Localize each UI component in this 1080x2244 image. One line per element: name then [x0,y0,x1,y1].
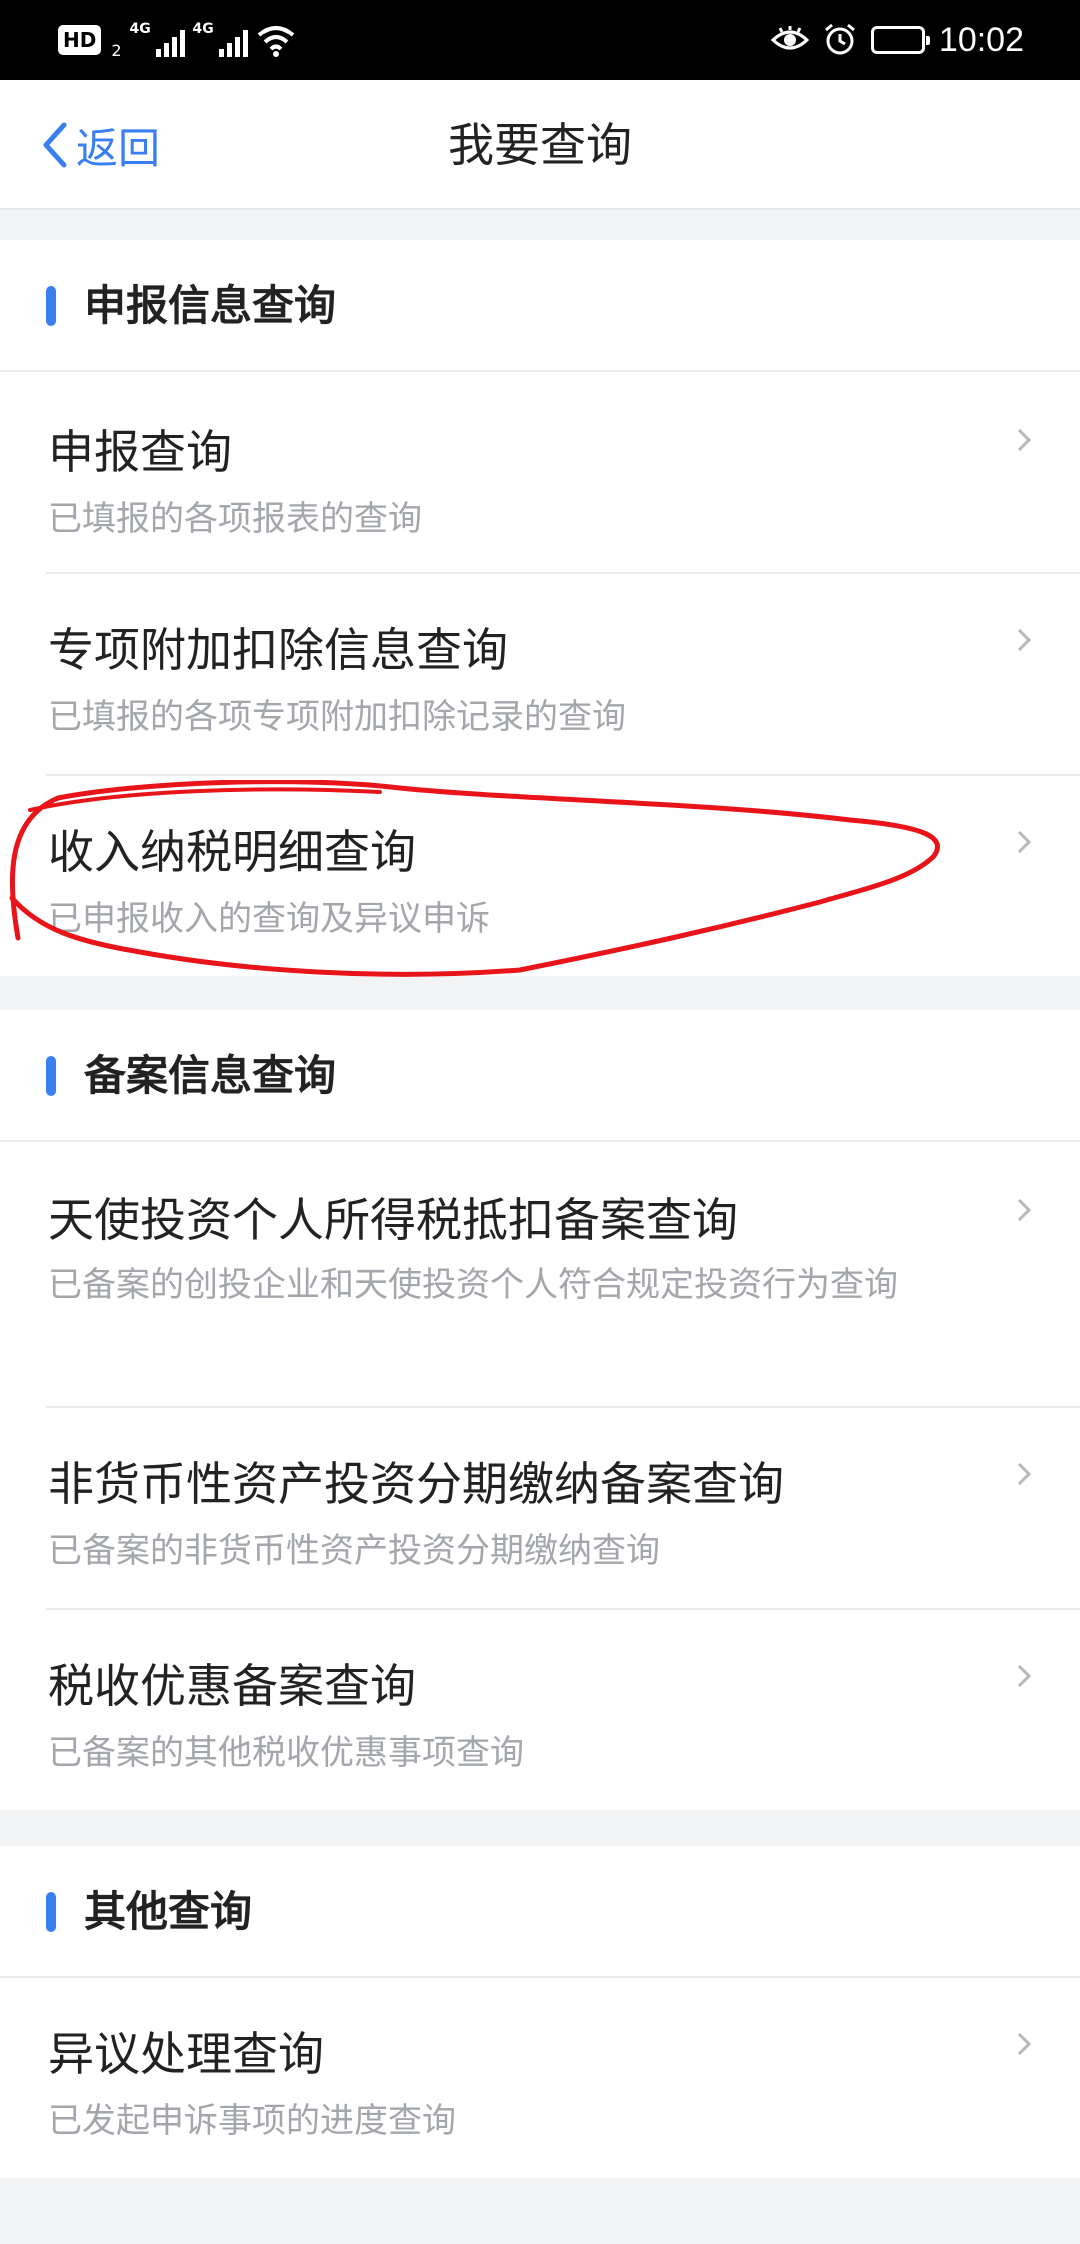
chevron-right-icon [1017,2032,1032,2056]
list-item-subtitle: 已发起申诉事项的进度查询 [48,2101,456,2141]
section-declaration-query: 申报信息查询 申报查询 已填报的各项报表的查询 专项附加扣除信息查询 已填报的各… [0,240,1080,976]
section-filing-query: 备案信息查询 天使投资个人所得税抵扣备案查询 已备案的创投企业和天使投资个人符合… [0,1010,1080,1810]
chevron-right-icon [1017,830,1032,854]
section-accent-bar [46,1056,56,1096]
section-accent-bar [46,1892,56,1932]
network-type-label: 4G [192,21,214,37]
wifi-icon [257,26,294,57]
hd-sim-index: 2 [111,41,122,60]
section-title: 备案信息查询 [84,1051,337,1100]
section-accent-bar [46,286,56,326]
section-other-query: 其他查询 异议处理查询 已发起申诉事项的进度查询 [0,1846,1080,2178]
list-item-subtitle: 已备案的创投企业和天使投资个人符合规定投资行为查询 [48,1265,898,1305]
list-item-title: 专项附加扣除信息查询 [48,623,508,677]
status-left: HD 2 4G 4G [58,20,296,60]
network-type-label: 4G [129,21,151,37]
battery-icon [870,26,930,54]
list-item-title: 税收优惠备案查询 [48,1659,416,1713]
list-item-non-monetary-asset-query[interactable]: 非货币性资产投资分期缴纳备案查询 已备案的非货币性资产投资分期缴纳查询 [0,1408,1080,1610]
status-right: 10:02 [770,18,1024,62]
alarm-icon [824,23,855,55]
list-item-angel-investment-query[interactable]: 天使投资个人所得税抵扣备案查询 已备案的创投企业和天使投资个人符合规定投资行为查… [0,1142,1080,1408]
list-item-title: 申报查询 [48,425,232,479]
list-item-title: 异议处理查询 [48,2027,324,2081]
section-title: 申报信息查询 [84,281,337,330]
signal-icon-sim2: 4G [192,21,248,57]
section-header: 其他查询 [0,1846,1080,1978]
list-item-subtitle: 已备案的非货币性资产投资分期缴纳查询 [48,1531,660,1571]
list-item-subtitle: 已填报的各项专项附加扣除记录的查询 [48,697,626,737]
list-item-title: 收入纳税明细查询 [48,825,416,879]
status-bar: HD 2 4G 4G 10:02 [0,0,1080,80]
list-item-subtitle: 已填报的各项报表的查询 [48,499,422,539]
chevron-right-icon [1017,428,1032,452]
list-item-objection-query[interactable]: 异议处理查询 已发起申诉事项的进度查询 [0,1978,1080,2178]
chevron-right-icon [1017,1664,1032,1688]
chevron-right-icon [1017,628,1032,652]
list-item-special-deduction-query[interactable]: 专项附加扣除信息查询 已填报的各项专项附加扣除记录的查询 [0,574,1080,776]
list-item-title: 非货币性资产投资分期缴纳备案查询 [48,1457,784,1511]
hd-voice-icon: HD [58,25,102,55]
section-header: 申报信息查询 [0,240,1080,372]
status-time: 10:02 [938,20,1024,59]
nav-header: 返回 我要查询 [0,80,1080,210]
list-item-title: 天使投资个人所得税抵扣备案查询 [48,1193,738,1247]
eye-comfort-icon [770,26,809,50]
list-item-income-tax-detail-query[interactable]: 收入纳税明细查询 已申报收入的查询及异议申诉 [0,776,1080,976]
list-item-subtitle: 已备案的其他税收优惠事项查询 [48,1733,524,1773]
list-item-declaration-query[interactable]: 申报查询 已填报的各项报表的查询 [0,372,1080,574]
list-item-subtitle: 已申报收入的查询及异议申诉 [48,899,490,939]
section-header: 备案信息查询 [0,1010,1080,1142]
chevron-right-icon [1017,1198,1032,1222]
signal-icon-sim1: 4G [129,21,185,57]
chevron-right-icon [1017,1462,1032,1486]
list-item-tax-incentive-query[interactable]: 税收优惠备案查询 已备案的其他税收优惠事项查询 [0,1610,1080,1810]
page-title: 我要查询 [448,118,632,172]
section-title: 其他查询 [84,1887,253,1936]
